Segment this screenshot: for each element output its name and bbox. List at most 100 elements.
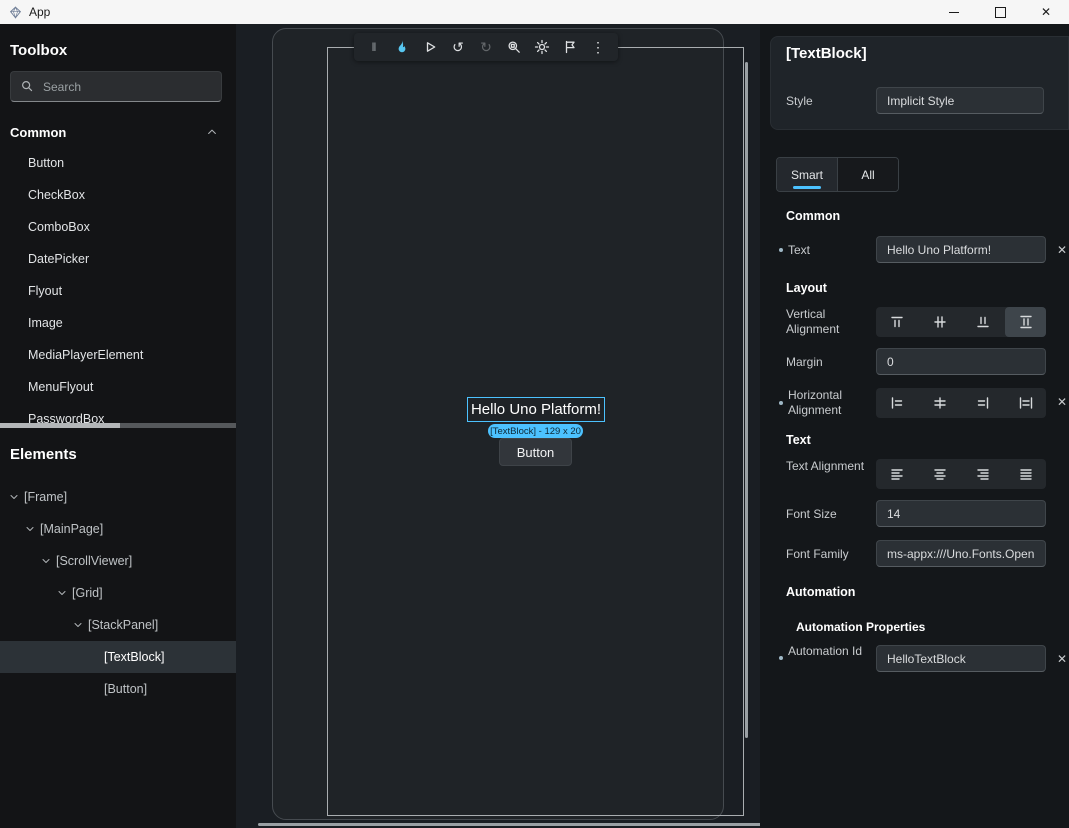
halign-left-button[interactable] bbox=[876, 388, 917, 418]
tree-item-stackpanel[interactable]: [StackPanel] bbox=[0, 609, 236, 641]
close-button[interactable]: ✕ bbox=[1023, 0, 1069, 24]
chevron-up-icon bbox=[206, 126, 218, 138]
theme-toggle-icon[interactable] bbox=[532, 37, 552, 57]
chevron-down-icon[interactable] bbox=[6, 489, 22, 505]
selected-textblock[interactable]: Hello Uno Platform! bbox=[467, 397, 605, 422]
halign-center-button[interactable] bbox=[919, 388, 960, 418]
automation-id-input[interactable] bbox=[876, 645, 1046, 672]
text-alignment-group bbox=[876, 459, 1046, 489]
chevron-down-icon[interactable] bbox=[38, 553, 54, 569]
tree-item-grid[interactable]: [Grid] bbox=[0, 577, 236, 609]
valign-center-button[interactable] bbox=[919, 307, 960, 337]
chevron-down-icon[interactable] bbox=[22, 521, 38, 537]
tree-indent-spacer bbox=[86, 649, 102, 665]
tab-smart[interactable]: Smart bbox=[777, 158, 837, 191]
reset-text-button[interactable]: ✕ bbox=[1057, 240, 1069, 260]
toolbox-item-datepicker[interactable]: DatePicker bbox=[0, 243, 236, 275]
vertical-alignment-group bbox=[876, 307, 1046, 337]
maximize-button[interactable] bbox=[977, 0, 1023, 24]
font-family-label: Font Family bbox=[786, 547, 849, 562]
reset-horizontal-alignment-button[interactable]: ✕ bbox=[1057, 392, 1069, 412]
halign-right-button[interactable] bbox=[962, 388, 1003, 418]
horizontal-alignment-group bbox=[876, 388, 1046, 418]
font-family-input[interactable] bbox=[876, 540, 1046, 567]
toolbox-item-combobox[interactable]: ComboBox bbox=[0, 211, 236, 243]
reset-automation-id-button[interactable]: ✕ bbox=[1057, 649, 1069, 669]
tree-item-scrollviewer[interactable]: [ScrollViewer] bbox=[0, 545, 236, 577]
design-canvas: Hello Uno Platform! [TextBlock] - 129 x … bbox=[236, 24, 760, 828]
toolbox-item-image[interactable]: Image bbox=[0, 307, 236, 339]
redo-button[interactable]: ↻ bbox=[476, 37, 496, 57]
close-icon: ✕ bbox=[1041, 6, 1051, 18]
flag-icon[interactable] bbox=[560, 37, 580, 57]
toolbox-item-flyout[interactable]: Flyout bbox=[0, 275, 236, 307]
tree-item-label: [Grid] bbox=[72, 586, 103, 600]
layout-heading: Layout bbox=[786, 281, 827, 295]
toolbox-scrollbar-track[interactable] bbox=[0, 423, 236, 428]
properties-panel: [TextBlock] Style Smart All Common Text … bbox=[760, 24, 1069, 828]
vertical-alignment-label: Vertical Alignment bbox=[786, 307, 870, 337]
toolbox-title: Toolbox bbox=[10, 42, 67, 59]
undo-button[interactable]: ↺ bbox=[448, 37, 468, 57]
app-logo-icon bbox=[9, 6, 22, 19]
text-align-right-button[interactable] bbox=[962, 459, 1003, 489]
text-input[interactable] bbox=[876, 236, 1046, 263]
chevron-down-icon[interactable] bbox=[70, 617, 86, 633]
text-section-heading: Text bbox=[786, 433, 811, 447]
toolbox-item-mediaplayerelement[interactable]: MediaPlayerElement bbox=[0, 339, 236, 371]
tree-item-textblock[interactable]: [TextBlock] bbox=[0, 641, 236, 673]
tree-item-frame[interactable]: [Frame] bbox=[0, 481, 236, 513]
tree-item-mainpage[interactable]: [MainPage] bbox=[0, 513, 236, 545]
minimize-button[interactable] bbox=[931, 0, 977, 24]
tree-item-label: [Frame] bbox=[24, 490, 67, 504]
canvas-button-control[interactable]: Button bbox=[499, 438, 572, 466]
chevron-down-icon[interactable] bbox=[54, 585, 70, 601]
automation-properties-heading: Automation Properties bbox=[796, 620, 925, 634]
minimize-icon bbox=[949, 12, 959, 13]
toolbox-item-passwordbox[interactable]: PasswordBox bbox=[0, 403, 236, 435]
valign-stretch-button[interactable] bbox=[1005, 307, 1046, 337]
search-input[interactable] bbox=[10, 71, 222, 102]
valign-bottom-button[interactable] bbox=[962, 307, 1003, 337]
more-options-button[interactable]: ⋮ bbox=[588, 37, 608, 57]
margin-input[interactable] bbox=[876, 348, 1046, 375]
text-align-left-button[interactable] bbox=[876, 459, 917, 489]
modified-indicator-dot bbox=[779, 656, 783, 660]
font-size-input[interactable] bbox=[876, 500, 1046, 527]
tree-item-button[interactable]: [Button] bbox=[0, 673, 236, 705]
tree-item-label: [MainPage] bbox=[40, 522, 103, 536]
tree-indent-spacer bbox=[86, 681, 102, 697]
selected-element-title: [TextBlock] bbox=[786, 45, 867, 62]
app-window: App ✕ Toolbox Common Button CheckBox Com… bbox=[0, 0, 1069, 828]
maximize-icon bbox=[995, 7, 1006, 18]
halign-stretch-button[interactable] bbox=[1005, 388, 1046, 418]
toolbox-item-button[interactable]: Button bbox=[0, 147, 236, 179]
inspect-element-icon[interactable] bbox=[504, 37, 524, 57]
tree-item-label: [StackPanel] bbox=[88, 618, 158, 632]
section-common-label: Common bbox=[10, 125, 66, 140]
drag-handle-icon[interactable]: ‖ bbox=[364, 37, 384, 57]
valign-top-button[interactable] bbox=[876, 307, 917, 337]
style-label: Style bbox=[786, 94, 813, 109]
horizontal-alignment-label: Horizontal Alignment bbox=[788, 388, 872, 418]
font-size-label: Font Size bbox=[786, 507, 837, 522]
hot-reload-flame-icon[interactable] bbox=[392, 37, 412, 57]
automation-heading: Automation bbox=[786, 585, 855, 599]
toolbox-section-common[interactable]: Common bbox=[0, 117, 236, 147]
toolbox-scrollbar-thumb[interactable] bbox=[0, 423, 120, 428]
tab-all[interactable]: All bbox=[837, 158, 898, 191]
selection-size-badge: [TextBlock] - 129 x 20 bbox=[488, 424, 583, 438]
tree-item-label: [ScrollViewer] bbox=[56, 554, 132, 568]
toolbox-item-menuflyout[interactable]: MenuFlyout bbox=[0, 371, 236, 403]
app-title: App bbox=[29, 5, 50, 19]
style-input[interactable] bbox=[876, 87, 1044, 114]
tab-smart-label: Smart bbox=[791, 168, 823, 182]
tree-item-label: [Button] bbox=[104, 682, 147, 696]
text-align-justify-button[interactable] bbox=[1005, 459, 1046, 489]
toolbox-item-checkbox[interactable]: CheckBox bbox=[0, 179, 236, 211]
margin-label: Margin bbox=[786, 355, 823, 370]
canvas-vertical-scrollbar[interactable] bbox=[745, 62, 748, 738]
play-button[interactable] bbox=[420, 37, 440, 57]
modified-indicator-dot bbox=[779, 248, 783, 252]
text-align-center-button[interactable] bbox=[919, 459, 960, 489]
